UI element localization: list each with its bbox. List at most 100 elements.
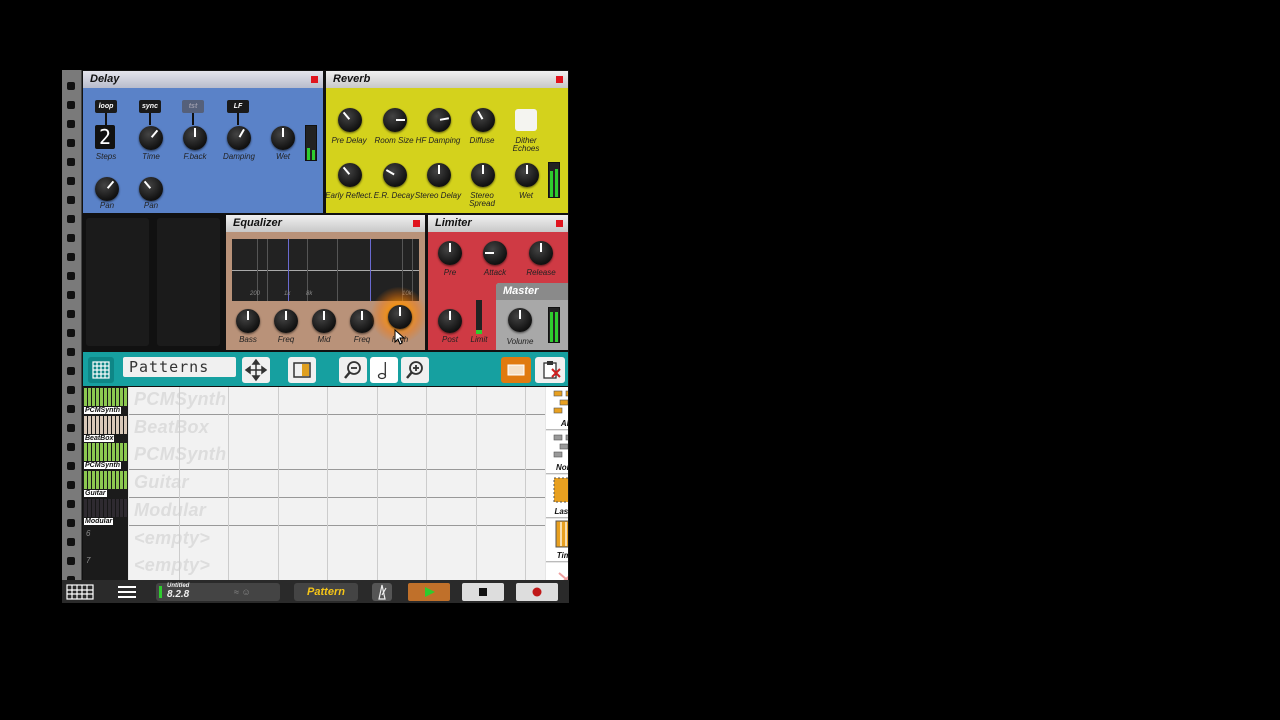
attack-knob[interactable] (483, 241, 507, 265)
sequencer-area: PCMSynth PCMSynth BeatBox BeatBox PCMSynth PC… (83, 387, 568, 580)
tool-time-label: Time (556, 551, 568, 560)
track-lane[interactable]: PCMSynth (129, 442, 545, 471)
room-size-knob[interactable] (383, 108, 407, 132)
rail-hole (67, 310, 75, 318)
diffuse-knob[interactable] (471, 108, 495, 132)
stop-button[interactable] (462, 583, 504, 601)
tool-select-none[interactable]: None (546, 431, 568, 474)
loop-toggle[interactable]: loop (95, 100, 117, 125)
reverb-wet-label: Wet (518, 191, 534, 200)
empty-slot-left[interactable] (86, 218, 149, 346)
tool-lasso[interactable]: Lasso (546, 475, 568, 518)
note-length-button[interactable] (370, 357, 398, 383)
panel-toggle-button[interactable] (288, 357, 316, 383)
feedback-knob[interactable] (183, 126, 207, 150)
reverb-close-button[interactable] (556, 76, 563, 83)
high-knob[interactable] (388, 305, 412, 329)
track-header[interactable]: BeatBox (83, 415, 127, 442)
limiter-close-button[interactable] (556, 220, 563, 227)
track-lane[interactable]: <empty> (129, 525, 545, 554)
grid-icon (92, 361, 110, 379)
track-lane[interactable]: Modular (129, 497, 545, 526)
lane-label: PCMSynth (134, 389, 227, 409)
post-knob[interactable] (438, 309, 462, 333)
play-button[interactable] (408, 583, 450, 601)
paste-delete-button[interactable] (535, 357, 565, 383)
tst-toggle[interactable]: tst (182, 100, 204, 125)
delay-title-bar[interactable]: Delay (83, 71, 323, 88)
track-header[interactable]: PCMSynth (83, 387, 127, 414)
rail-hole (67, 500, 75, 508)
release-label: Release (526, 268, 556, 277)
tool-time[interactable]: Time (546, 519, 568, 562)
delay-panel: Delay loop sync tst LF 2 Steps Time F.ba… (83, 71, 323, 213)
tool-select-all[interactable]: All (546, 387, 568, 430)
mode-label-field[interactable]: Patterns (123, 357, 236, 377)
pattern-grid-button[interactable] (65, 583, 95, 601)
quarter-note-icon (377, 362, 387, 380)
pan-right-label: Pan (143, 201, 159, 210)
bass-freq-knob[interactable] (274, 309, 298, 333)
track-lane[interactable]: PCMSynth (129, 387, 545, 415)
rail-hole (67, 367, 75, 375)
early-reflect-knob[interactable] (338, 163, 362, 187)
track-header[interactable]: Guitar (83, 470, 127, 498)
equalizer-title-bar[interactable]: Equalizer (226, 215, 425, 232)
pan-left-knob[interactable] (95, 177, 119, 201)
bass-knob[interactable] (236, 309, 260, 333)
damping-knob[interactable] (227, 126, 251, 150)
feedback-label: F.back (183, 152, 207, 161)
pre-delay-knob[interactable] (338, 108, 362, 132)
release-knob[interactable] (529, 241, 553, 265)
delay-close-button[interactable] (311, 76, 318, 83)
track-header[interactable]: 6 (83, 526, 127, 553)
stereo-delay-knob[interactable] (427, 163, 451, 187)
time-knob[interactable] (139, 126, 163, 150)
reverb-title-bar[interactable]: Reverb (326, 71, 568, 88)
zoom-out-button[interactable] (339, 357, 367, 383)
zoom-in-button[interactable] (401, 357, 429, 383)
track-header[interactable]: 7 (83, 553, 127, 580)
pan-right-knob[interactable] (139, 177, 163, 201)
sync-toggle[interactable]: sync (139, 100, 161, 125)
delay-title: Delay (90, 73, 120, 85)
rail-hole (67, 348, 75, 356)
hf-damping-knob[interactable] (427, 108, 451, 132)
stereo-spread-knob[interactable] (471, 163, 495, 187)
clip-view-button[interactable] (501, 357, 531, 383)
limiter-title: Limiter (435, 217, 472, 229)
metronome-button[interactable] (372, 583, 392, 601)
record-button[interactable] (516, 583, 558, 601)
reverb-wet-knob[interactable] (515, 163, 539, 187)
track-lane[interactable]: <empty> (129, 553, 545, 580)
mid-knob[interactable] (312, 309, 336, 333)
track-header[interactable]: Modular (83, 498, 127, 525)
zoom-out-icon (344, 361, 361, 379)
rail-hole (67, 234, 75, 242)
grid-view-button[interactable] (88, 357, 114, 383)
track-header[interactable]: PCMSynth (83, 442, 127, 470)
steps-display[interactable]: 2 (95, 125, 115, 149)
bar-gridline (178, 387, 180, 580)
equalizer-close-button[interactable] (413, 220, 420, 227)
empty-slot-right[interactable] (157, 218, 220, 346)
select-none-icon (553, 434, 568, 458)
tool-partial[interactable] (546, 563, 568, 580)
track-lane[interactable]: Guitar (129, 470, 545, 499)
dither-echoes-toggle[interactable] (515, 109, 537, 131)
volume-knob[interactable] (508, 308, 532, 332)
master-title-bar[interactable]: Master (496, 283, 568, 300)
pre-knob[interactable] (438, 241, 462, 265)
limiter-title-bar[interactable]: Limiter (428, 215, 568, 232)
delay-wet-knob[interactable] (271, 126, 295, 150)
track-lane[interactable]: BeatBox (129, 414, 545, 443)
move-button[interactable] (242, 357, 270, 383)
menu-button[interactable] (114, 583, 140, 601)
song-info[interactable]: Untitled 8.2.8 ≈ ☺ (156, 583, 280, 601)
track-name: PCMSynth (84, 407, 121, 414)
time-label: Time (142, 152, 160, 161)
panel-icon (293, 362, 311, 378)
er-decay-knob[interactable] (383, 163, 407, 187)
lf-toggle[interactable]: LF (227, 100, 249, 125)
pattern-mode-button[interactable]: Pattern (294, 583, 358, 601)
